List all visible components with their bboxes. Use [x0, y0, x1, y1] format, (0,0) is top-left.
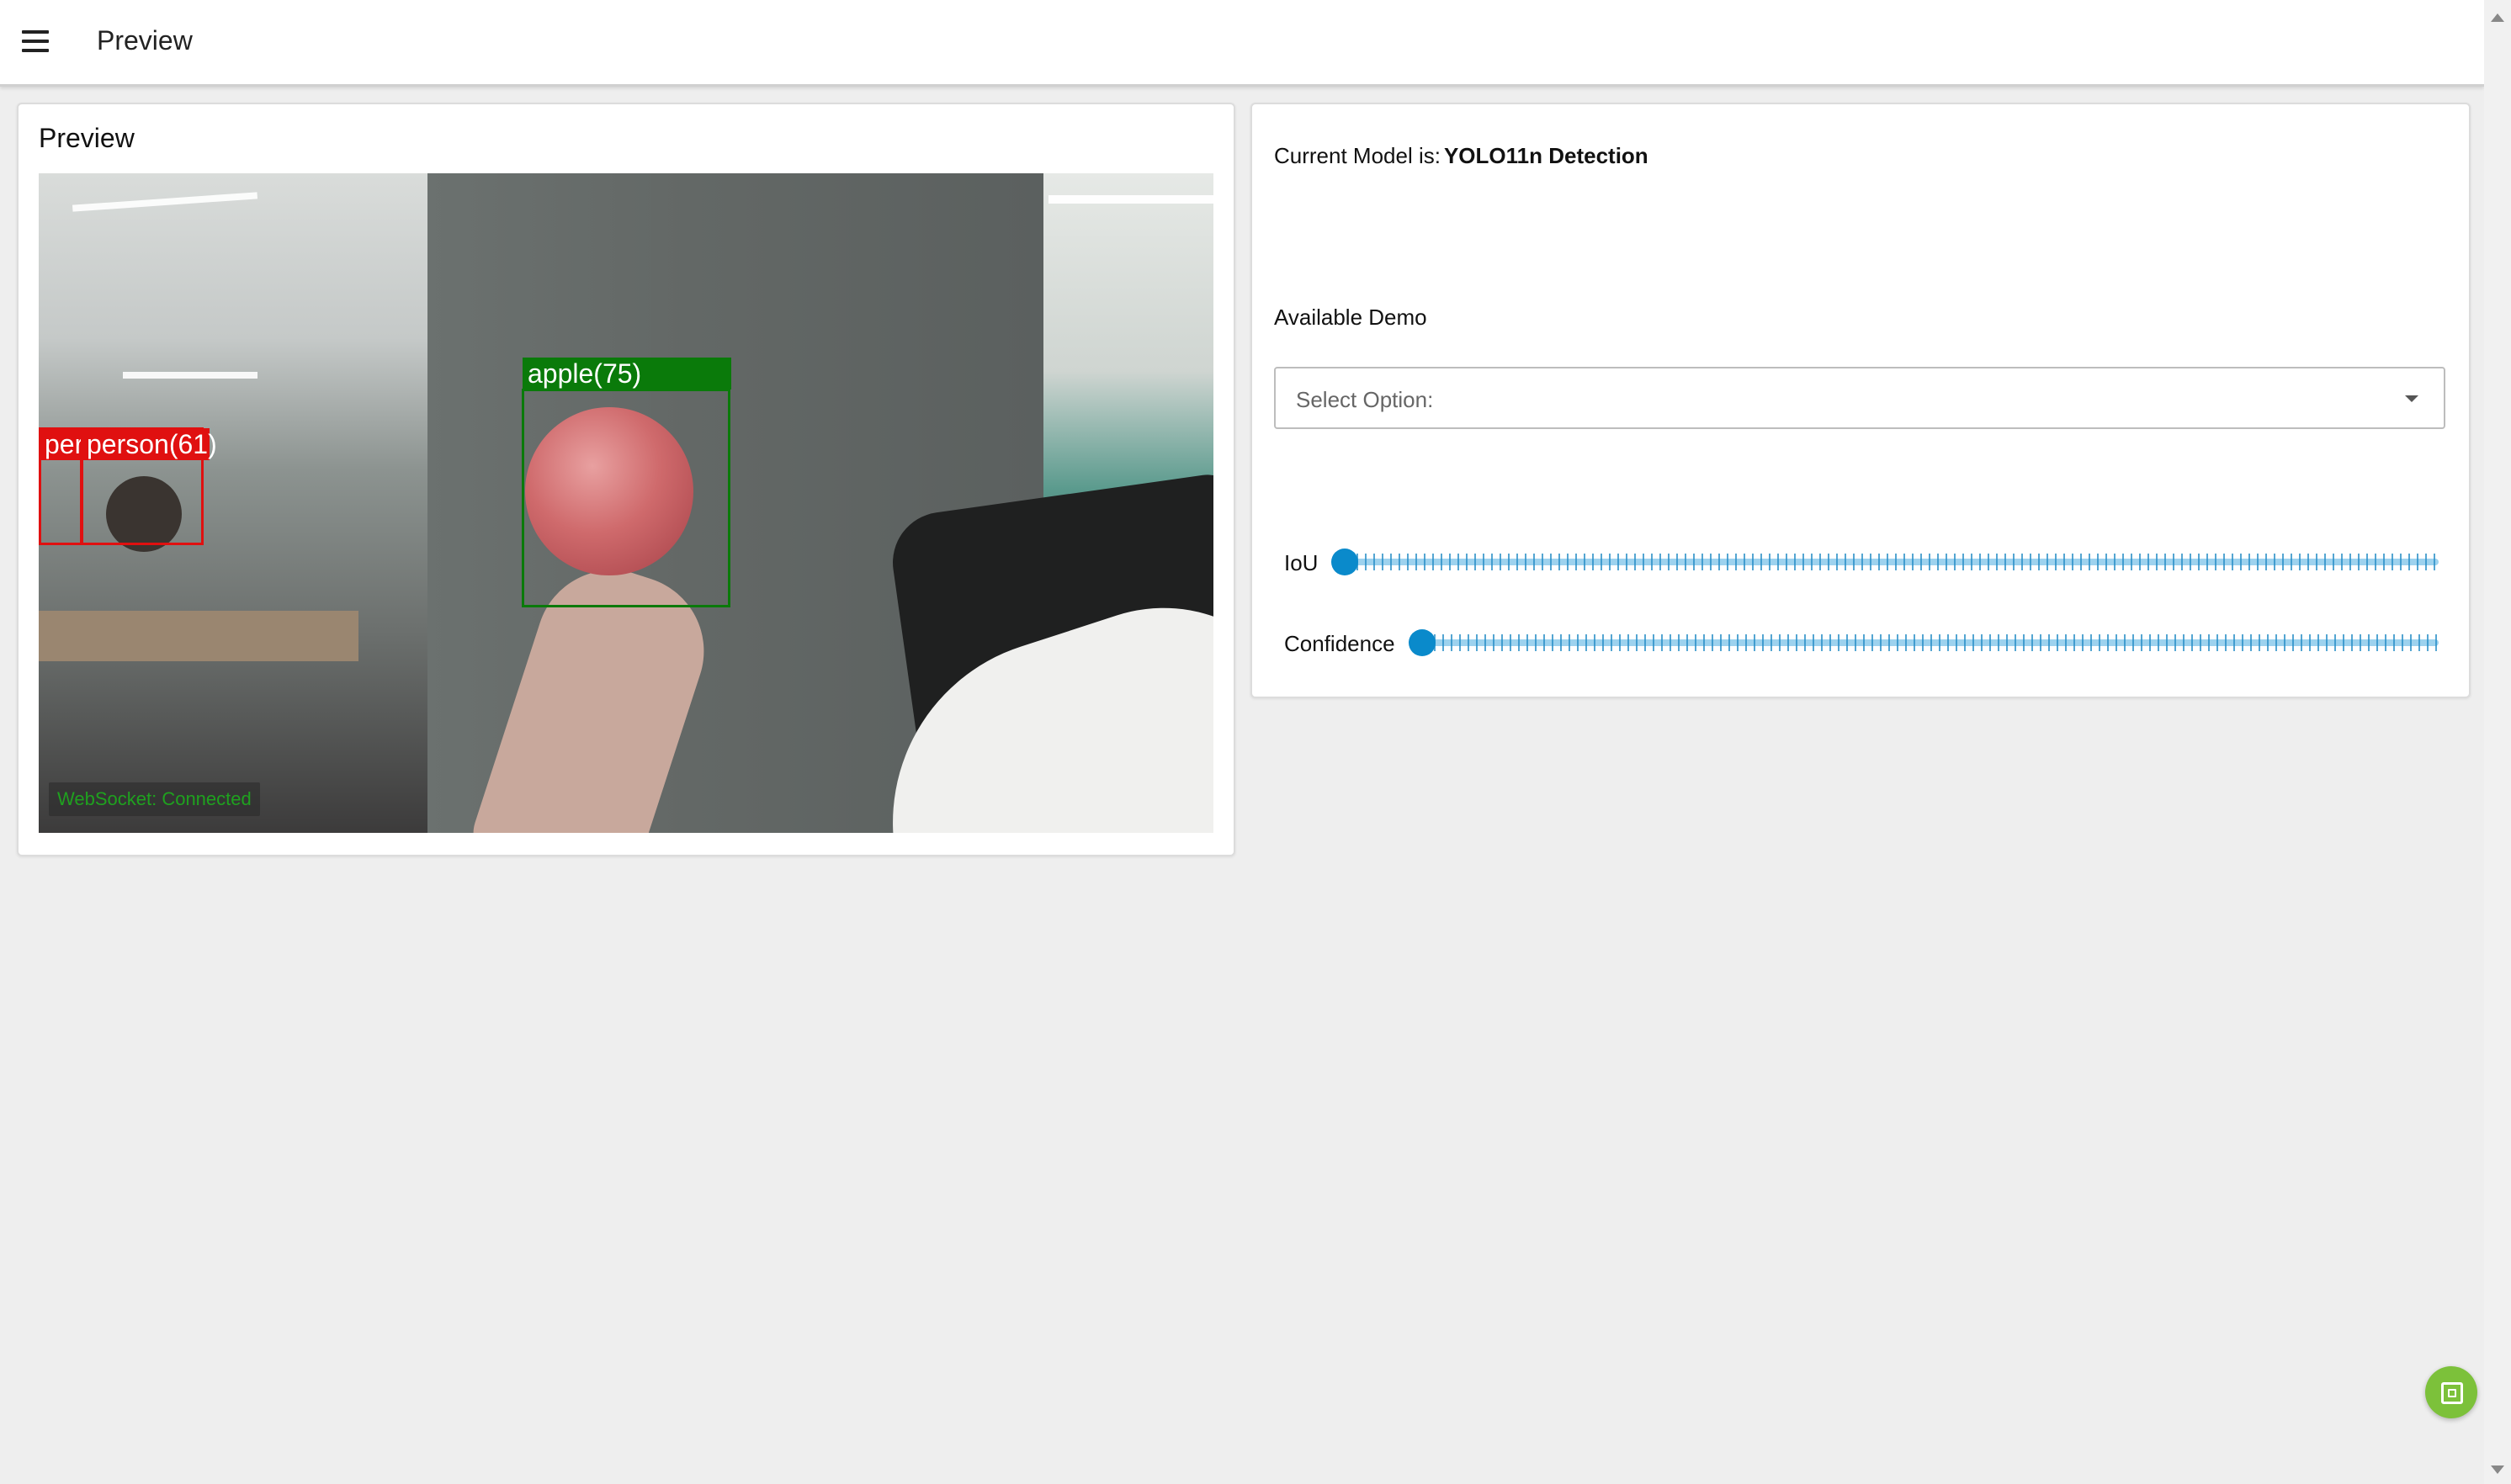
camera-ceiling-light — [1048, 195, 1213, 204]
detection-label: apple(75) — [523, 358, 731, 390]
demo-select-placeholder: Select Option: — [1296, 387, 1434, 412]
camera-desk — [39, 611, 358, 661]
detection-box-person-edge: per — [39, 427, 83, 545]
app-bar: Preview — [0, 0, 2484, 87]
preview-card-title: Preview — [39, 123, 135, 153]
floating-code-button[interactable] — [2425, 1366, 2477, 1418]
preview-card: Preview apple(75) per person(61) WebSock… — [17, 103, 1235, 856]
detection-box-apple: apple(75) — [522, 358, 731, 607]
model-settings-card: Current Model is: YOLO11n Detection Avail… — [1250, 103, 2471, 698]
detection-box-person: person(61) — [81, 427, 217, 545]
available-demo-label: Available Demo — [1274, 305, 1427, 330]
confidence-slider-thumb[interactable] — [1409, 629, 1436, 656]
app-bar-title: Preview — [97, 25, 193, 56]
scroll-down-arrow-icon[interactable] — [2491, 1465, 2504, 1474]
code-window-icon — [2441, 1382, 2463, 1404]
detection-label: per — [40, 428, 83, 460]
chevron-down-icon — [2405, 395, 2418, 402]
scroll-up-arrow-icon[interactable] — [2491, 13, 2504, 22]
camera-preview-image: apple(75) per person(61) WebSocket: Conn… — [39, 173, 1213, 833]
demo-select-dropdown[interactable]: Select Option: — [1274, 367, 2445, 429]
iou-slider-label: IoU — [1284, 550, 1319, 575]
confidence-slider-ticks — [1425, 634, 2439, 651]
websocket-status-badge: WebSocket: Connected — [49, 782, 260, 816]
detection-label: person(61) — [82, 428, 217, 460]
camera-ceiling-light — [123, 372, 257, 379]
page-scrollbar[interactable] — [2484, 0, 2511, 1484]
current-model-line: Current Model is: YOLO11n Detection — [1274, 143, 1648, 169]
confidence-slider-label: Confidence — [1284, 631, 1395, 656]
iou-slider-row: IoU — [1284, 545, 2445, 579]
iou-slider-ticks — [1348, 554, 2439, 570]
current-model-prefix: Current Model is: — [1274, 143, 1441, 168]
confidence-slider-row: Confidence — [1284, 626, 2445, 660]
iou-slider-thumb[interactable] — [1331, 549, 1358, 575]
hamburger-menu-icon[interactable] — [22, 30, 52, 54]
current-model-name: YOLO11n Detection — [1443, 143, 1648, 168]
